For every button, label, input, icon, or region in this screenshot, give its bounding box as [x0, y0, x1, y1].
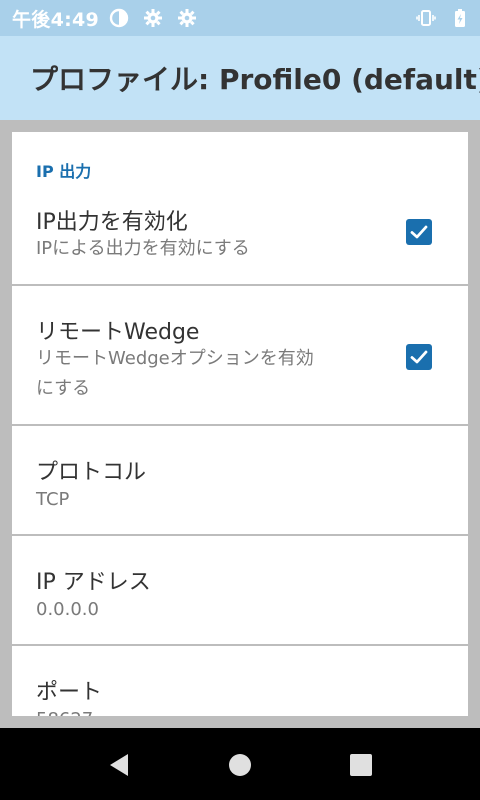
- preference-title: IP アドレス: [36, 570, 151, 595]
- gear-icon: [143, 8, 163, 28]
- section-header: IP 出力: [36, 162, 92, 181]
- preference-protocol[interactable]: プロトコル TCP: [12, 426, 468, 534]
- home-icon[interactable]: [227, 752, 253, 778]
- preference-port[interactable]: ポート 58627: [12, 646, 468, 716]
- enable-ip-output-checkbox[interactable]: [406, 219, 432, 245]
- navigation-bar: [0, 728, 480, 800]
- preference-summary: リモートWedgeオプションを有効: [36, 348, 314, 369]
- vibrate-icon: [416, 8, 436, 28]
- system-icons: [416, 8, 470, 28]
- notification-icons: [109, 8, 197, 28]
- preference-title: プロトコル: [36, 460, 147, 485]
- preferences-list[interactable]: IP 出力 IP出力を有効化 IPによる出力を有効にする リモートWedge リ…: [0, 120, 480, 716]
- preference-ip-address[interactable]: IP アドレス 0.0.0.0: [12, 536, 468, 644]
- preference-summary: IPによる出力を有効にする: [36, 238, 250, 259]
- status-time: 午後4:49: [12, 8, 100, 31]
- gear-icon: [177, 8, 197, 28]
- preference-summary: 58627: [36, 706, 93, 716]
- preference-summary: にする: [36, 378, 91, 399]
- preference-title: リモートWedge: [36, 320, 200, 345]
- status-bar: 午後4:49: [0, 0, 480, 36]
- page-title: プロファイル: Profile0 (default): [30, 63, 480, 96]
- preference-summary: 0.0.0.0: [36, 599, 99, 620]
- preference-enable-ip-output[interactable]: IP 出力 IP出力を有効化 IPによる出力を有効にする: [12, 132, 468, 284]
- remote-wedge-checkbox[interactable]: [406, 344, 432, 370]
- back-icon[interactable]: [106, 752, 132, 778]
- recents-icon[interactable]: [348, 752, 374, 778]
- checkmark-icon: [410, 350, 428, 364]
- app-bar: プロファイル: Profile0 (default): [0, 36, 480, 120]
- battery-charging-icon: [450, 8, 470, 28]
- preference-title: IP出力を有効化: [36, 210, 188, 235]
- checkmark-icon: [410, 225, 428, 239]
- preference-remote-wedge[interactable]: リモートWedge リモートWedgeオプションを有効 にする: [12, 286, 468, 424]
- preference-summary: TCP: [36, 489, 70, 510]
- preference-title: ポート: [36, 680, 103, 705]
- data-saver-icon: [109, 8, 129, 28]
